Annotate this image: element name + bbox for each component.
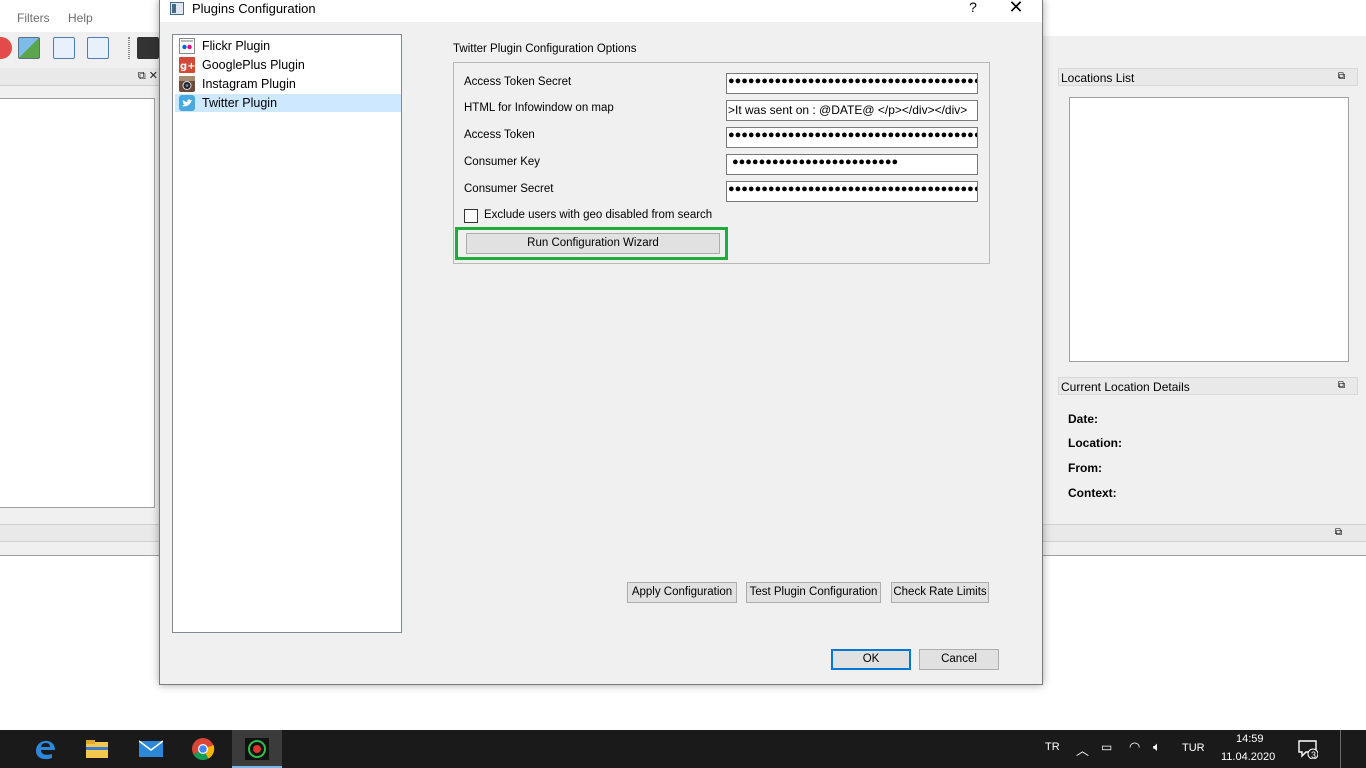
apply-configuration-button[interactable]: Apply Configuration: [627, 582, 737, 603]
plugins-configuration-dialog: Plugins Configuration ? ✕ Flickr Plugin …: [159, 0, 1043, 685]
mail-icon: [139, 740, 163, 757]
edge-icon: [36, 740, 55, 760]
consumer-key-input[interactable]: ●●●●●●●●●●●●●●●●●●●●●●●●●: [726, 154, 978, 175]
chrome-icon: [192, 738, 215, 760]
locations-list-titlebar: Locations List ⧉: [1058, 68, 1358, 86]
plugin-list[interactable]: Flickr Plugin g+ GooglePlus Plugin Insta…: [172, 34, 402, 633]
taskbar-chrome[interactable]: [178, 730, 228, 768]
plugin-label: Flickr Plugin: [202, 39, 271, 53]
right-bottom-dock-titlebar: ⧉: [1042, 524, 1366, 542]
taskbar-edge[interactable]: [20, 730, 70, 768]
taskbar-active-app[interactable]: [232, 730, 282, 768]
notification-count: 3: [1311, 750, 1317, 760]
plugin-item-instagram[interactable]: Instagram Plugin: [175, 75, 401, 93]
app-window-icon: [170, 2, 184, 15]
close-button[interactable]: ✕: [1005, 0, 1027, 18]
dock-float-icon[interactable]: ⧉: [1335, 527, 1342, 538]
help-button[interactable]: ?: [963, 0, 983, 15]
counter-icon[interactable]: [137, 37, 159, 59]
battery-icon[interactable]: ▭: [1101, 740, 1112, 754]
dock-float-icon[interactable]: ⧉: [1338, 71, 1345, 82]
detail-location-label: Location:: [1068, 436, 1122, 450]
volume-icon[interactable]: 🔈︎: [1153, 739, 1161, 755]
field-label-consumer-key: Consumer Key: [464, 156, 541, 168]
cancel-button[interactable]: Cancel: [919, 649, 999, 670]
exclude-geo-checkbox[interactable]: [464, 209, 478, 223]
ok-button[interactable]: OK: [831, 649, 911, 670]
exclude-geo-label: Exclude users with geo disabled from sea…: [484, 209, 713, 221]
show-desktop-button[interactable]: [1340, 730, 1366, 768]
input-value: ●●●●●●●●●●●●●●●●●●●●●●●●●●●●●●●●●●●●●●●●…: [728, 75, 977, 87]
googleplus-icon: g+: [179, 57, 196, 73]
twitter-config-groupbox: Access Token Secret ●●●●●●●●●●●●●●●●●●●●…: [453, 62, 990, 264]
plugin-item-flickr[interactable]: Flickr Plugin: [175, 37, 401, 55]
dock-float-close-icons[interactable]: ⧉ ✕: [138, 69, 158, 83]
menu-filters[interactable]: Filters: [17, 11, 50, 25]
map-image-icon[interactable]: [18, 37, 40, 59]
right-dock: Locations List ⧉ Current Location Detail…: [1042, 64, 1366, 554]
chevron-up-icon[interactable]: ︿: [1076, 740, 1089, 759]
left-dock-titlebar: ⧉ ✕: [0, 68, 160, 86]
plugin-item-googleplus[interactable]: g+ GooglePlus Plugin: [175, 56, 401, 74]
input-language-short[interactable]: TR: [1045, 741, 1060, 753]
current-location-titlebar: Current Location Details ⧉: [1058, 377, 1358, 395]
instagram-icon: [179, 76, 195, 92]
left-dock-panel: [0, 98, 155, 508]
field-label-access-token-secret: Access Token Secret: [464, 76, 572, 88]
locations-list[interactable]: [1069, 97, 1349, 362]
locations-list-title: Locations List: [1061, 71, 1135, 85]
plugin-label: GooglePlus Plugin: [202, 58, 305, 72]
access-token-secret-input[interactable]: ●●●●●●●●●●●●●●●●●●●●●●●●●●●●●●●●●●●●●●●●…: [726, 73, 978, 94]
plugin-label: Instagram Plugin: [202, 77, 296, 91]
plugin-label: Twitter Plugin: [202, 96, 278, 110]
dialog-titlebar: Plugins Configuration ? ✕: [160, 0, 1042, 22]
input-value: ●●●●●●●●●●●●●●●●●●●●●●●●●●●●●●●●●●●●●●●●…: [728, 183, 977, 195]
input-value: >It was sent on : @DATE@ </p></div></div…: [728, 103, 968, 117]
windows-taskbar: TR ︿ ▭ ◠ 🔈︎ TUR 14:59 11.04.2020 3: [0, 730, 1366, 768]
input-language[interactable]: TUR: [1182, 742, 1205, 754]
field-label-html-infowindow: HTML for Infowindow on map: [464, 102, 614, 114]
html-infowindow-input[interactable]: >It was sent on : @DATE@ </p></div></div…: [726, 100, 978, 121]
taskbar-mail[interactable]: [126, 730, 176, 768]
group-title: Twitter Plugin Configuration Options: [453, 43, 637, 55]
current-location-title: Current Location Details: [1061, 380, 1190, 394]
detail-from-label: From:: [1068, 461, 1102, 475]
export-icon[interactable]: [53, 37, 75, 59]
run-configuration-wizard-button[interactable]: Run Configuration Wizard: [466, 233, 720, 254]
input-value: ●●●●●●●●●●●●●●●●●●●●●●●●●●●●●●●●●●●●●●●●…: [728, 129, 977, 141]
app-icon: [245, 738, 269, 760]
wifi-icon[interactable]: ◠: [1129, 739, 1140, 755]
dock-float-icon[interactable]: ⧉: [1338, 380, 1345, 391]
wizard-highlight-box: Run Configuration Wizard: [455, 227, 728, 260]
dialog-title: Plugins Configuration: [192, 1, 316, 16]
input-value: ●●●●●●●●●●●●●●●●●●●●●●●●●: [732, 156, 899, 168]
access-token-input[interactable]: ●●●●●●●●●●●●●●●●●●●●●●●●●●●●●●●●●●●●●●●●…: [726, 127, 978, 148]
menu-help[interactable]: Help: [68, 11, 93, 25]
toolbar-separator: [128, 37, 130, 59]
import-icon[interactable]: [87, 37, 109, 59]
taskbar-file-explorer[interactable]: [72, 730, 122, 768]
svg-text:g+: g+: [180, 61, 195, 72]
folder-icon: [86, 740, 108, 758]
flickr-icon: [179, 38, 195, 54]
detail-date-label: Date:: [1068, 412, 1099, 426]
consumer-secret-input[interactable]: ●●●●●●●●●●●●●●●●●●●●●●●●●●●●●●●●●●●●●●●●…: [726, 181, 978, 202]
check-rate-limits-button[interactable]: Check Rate Limits: [891, 582, 989, 603]
plugin-item-twitter[interactable]: Twitter Plugin: [175, 94, 401, 112]
test-plugin-configuration-button[interactable]: Test Plugin Configuration: [746, 582, 881, 603]
stop-icon[interactable]: [0, 37, 12, 59]
detail-context-label: Context:: [1068, 486, 1117, 500]
clock-time[interactable]: 14:59: [1236, 733, 1264, 745]
twitter-icon: [179, 95, 195, 111]
field-label-consumer-secret: Consumer Secret: [464, 183, 554, 195]
clock-date[interactable]: 11.04.2020: [1221, 751, 1275, 763]
main-toolbar: [0, 32, 160, 64]
bottom-dock-titlebar: [0, 524, 160, 542]
field-label-access-token: Access Token: [464, 129, 535, 141]
